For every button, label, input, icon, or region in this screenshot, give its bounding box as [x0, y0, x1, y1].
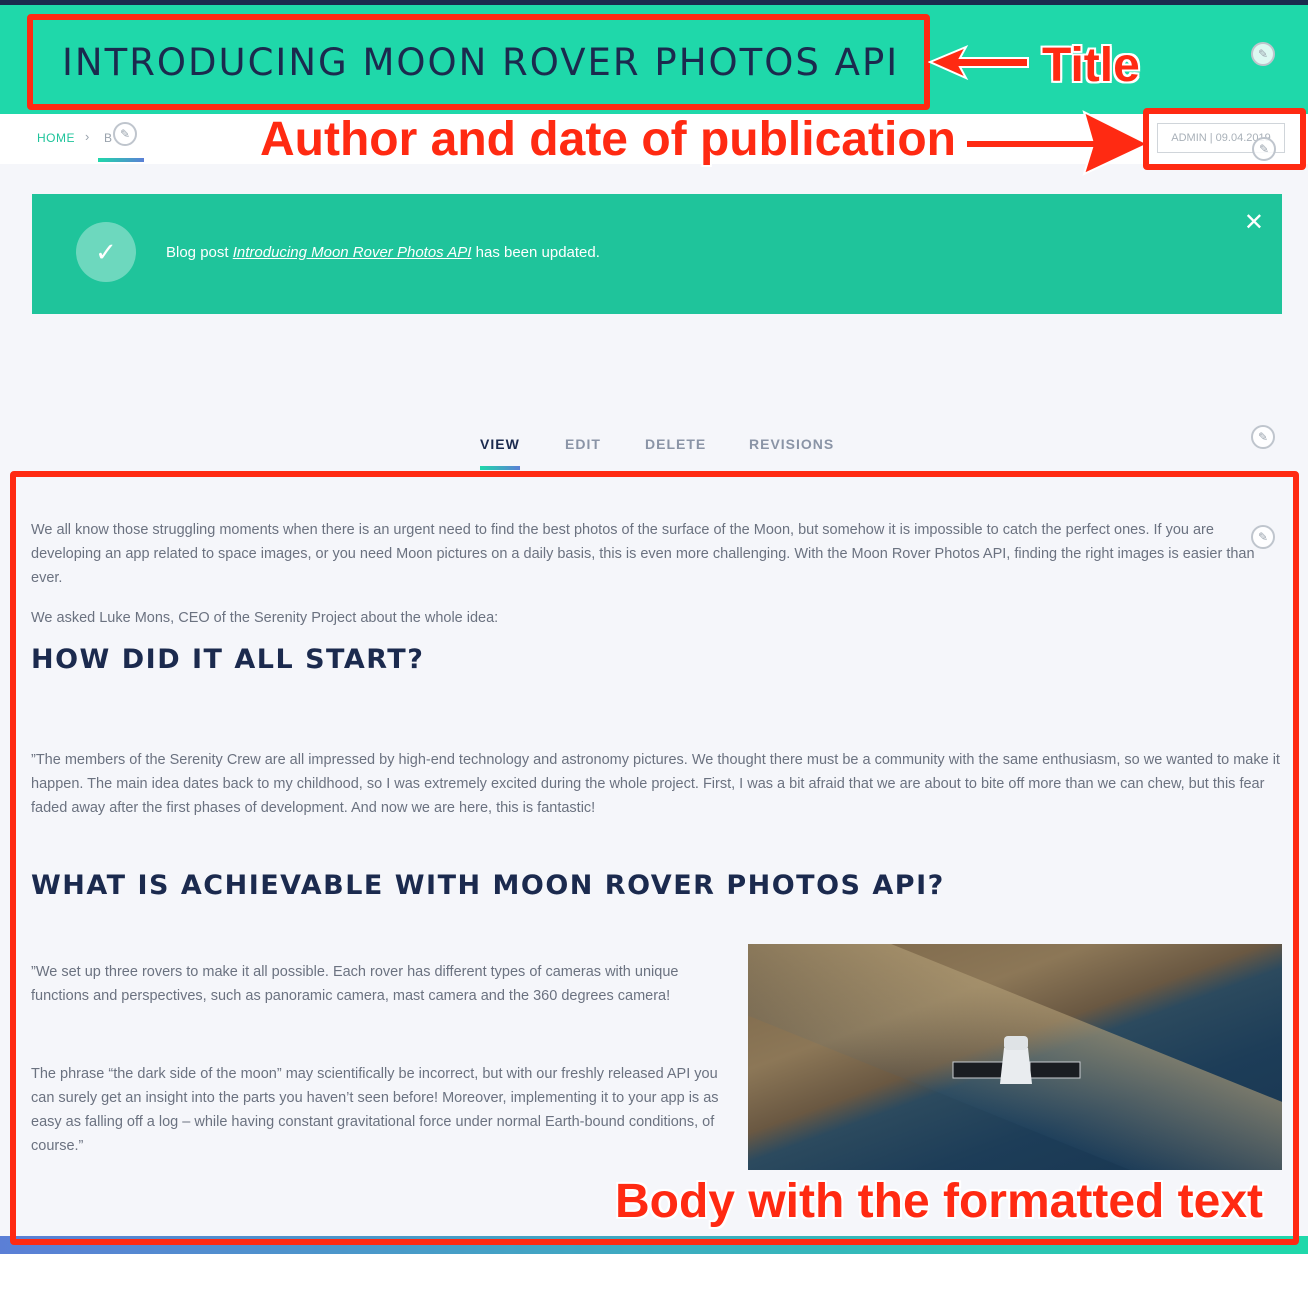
status-message: ✓ Blog post Introducing Moon Rover Photo…: [32, 194, 1282, 314]
body-annotation-label: Body with the formatted text: [615, 1175, 1264, 1228]
status-message-text: Blog post Introducing Moon Rover Photos …: [166, 244, 600, 261]
title-annotation-box: [27, 14, 930, 110]
check-icon: ✓: [76, 222, 136, 282]
edit-pencil-icon[interactable]: ✎: [1251, 42, 1275, 66]
breadcrumb-separator-icon: ›: [85, 129, 90, 144]
tab-revisions[interactable]: REVISIONS: [749, 436, 834, 452]
arrow-icon: [928, 45, 1029, 81]
status-prefix: Blog post: [166, 244, 233, 261]
breadcrumb-underline: [98, 158, 144, 162]
breadcrumb-current[interactable]: B: [104, 131, 112, 145]
breadcrumb-home[interactable]: HOME: [37, 131, 75, 145]
close-icon[interactable]: ✕: [1244, 208, 1264, 237]
tab-edit[interactable]: EDIT: [565, 436, 601, 452]
edit-pencil-icon[interactable]: ✎: [113, 122, 137, 146]
status-suffix: has been updated.: [471, 244, 600, 261]
blog-post-link[interactable]: Introducing Moon Rover Photos API: [233, 244, 472, 261]
title-annotation-label: Title: [1042, 39, 1140, 92]
edit-pencil-icon[interactable]: ✎: [1251, 425, 1275, 449]
tab-view[interactable]: VIEW: [480, 436, 520, 452]
arrow-icon: [965, 110, 1151, 176]
author-annotation-label: Author and date of publication: [260, 113, 956, 166]
tab-delete[interactable]: DELETE: [645, 436, 706, 452]
active-tab-underline: [480, 466, 520, 470]
author-annotation-box: [1143, 108, 1306, 170]
body-annotation-box: [10, 471, 1299, 1245]
